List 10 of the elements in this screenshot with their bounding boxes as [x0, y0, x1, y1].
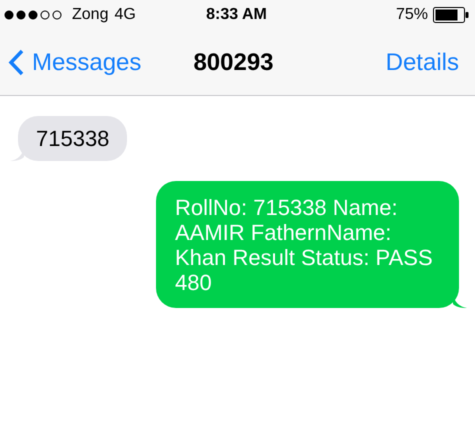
battery-icon — [433, 7, 470, 23]
back-button[interactable]: Messages — [8, 48, 158, 76]
clock-time: 8:33 AM — [206, 6, 267, 24]
battery-percent: 75% — [396, 6, 428, 24]
chevron-left-icon — [8, 49, 24, 76]
details-link[interactable]: Details — [308, 48, 459, 76]
back-label[interactable]: Messages — [32, 48, 142, 76]
conversation-title: 800293 — [192, 48, 275, 76]
carrier-name: Zong — [72, 6, 108, 24]
network-type: 4G — [114, 6, 136, 24]
